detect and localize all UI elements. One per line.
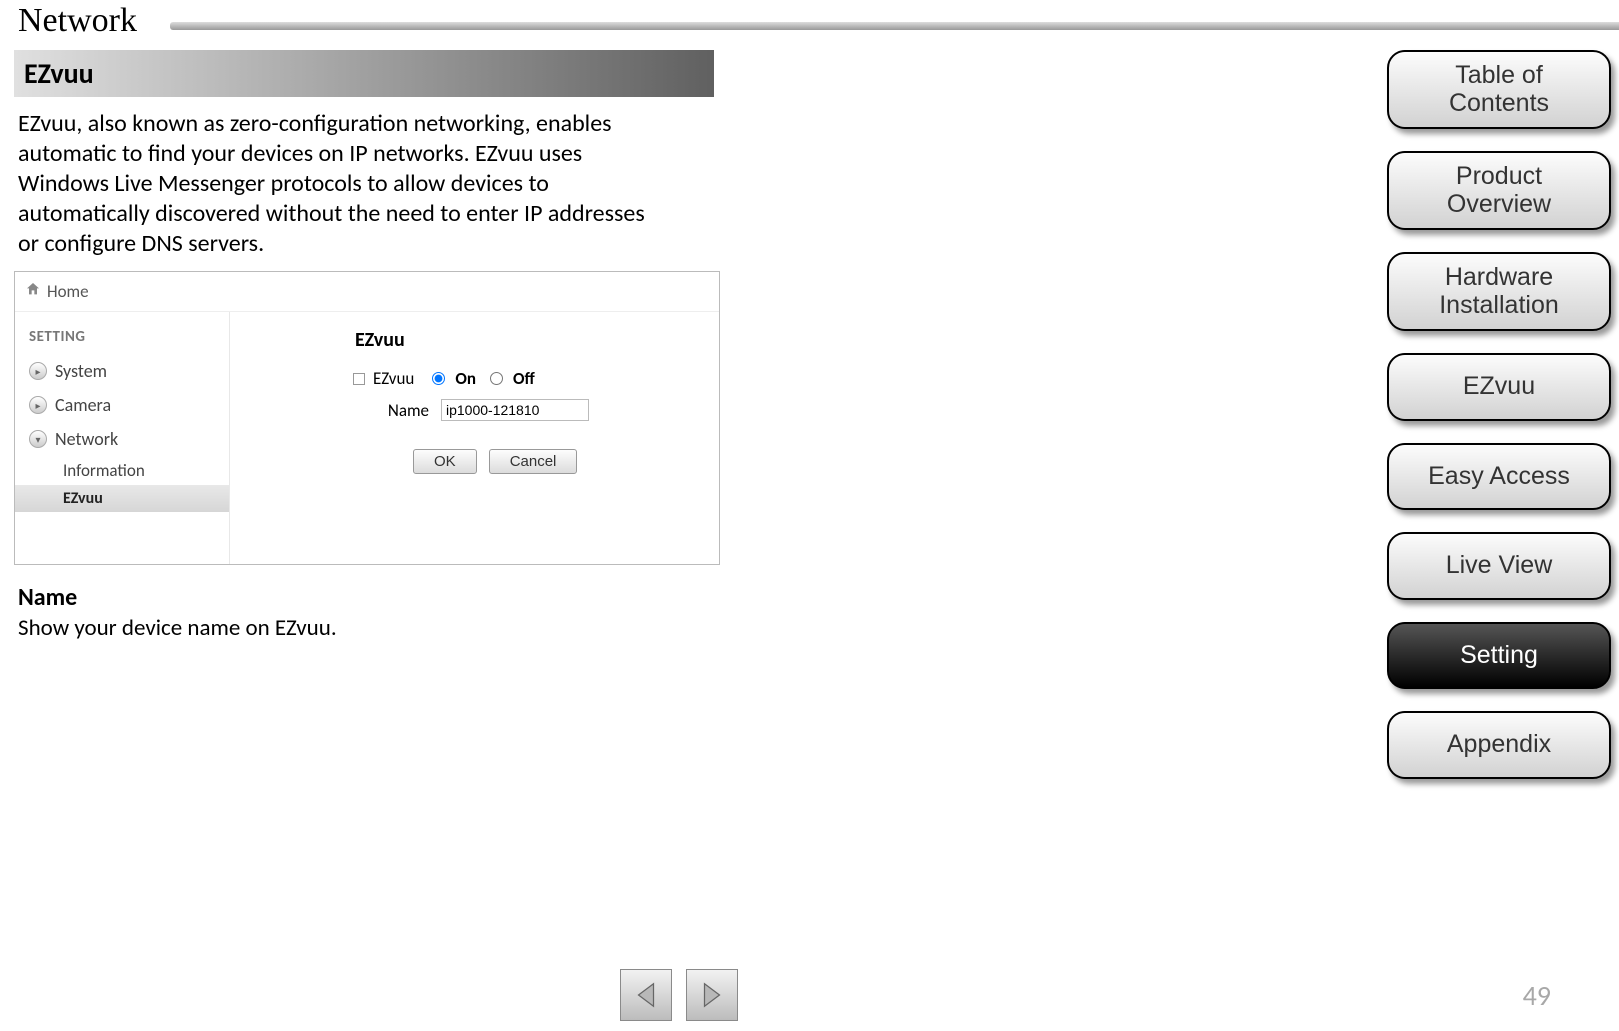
prev-page-button[interactable] [620,969,672,1021]
screenshot-main: EZvuu EZvuu On Off Name OK Cancel [245,312,719,474]
on-label: On [455,368,476,389]
setting-heading: SETTING [15,312,229,354]
ezvuu-on-radio[interactable] [432,372,445,385]
sidebar-item-system[interactable]: ▸ System [15,354,229,388]
main-column: EZvuu EZvuu, also known as zero-configur… [14,50,714,642]
page-arrow-nav [620,969,738,1021]
ok-button[interactable]: OK [413,449,477,474]
nav-easy-access[interactable]: Easy Access [1387,443,1611,511]
ezvuu-off-radio[interactable] [490,372,503,385]
sidebar-network-label: Network [55,428,118,450]
settings-screenshot: Home SETTING ▸ System ▸ Camera ▾ Network… [14,271,720,565]
expand-icon: ▸ [29,362,47,380]
screenshot-sidebar: SETTING ▸ System ▸ Camera ▾ Network Info… [15,312,230,564]
cancel-button[interactable]: Cancel [489,449,578,474]
page-number: 49 [1523,978,1551,1013]
title-divider [170,22,1619,30]
home-label[interactable]: Home [47,281,89,302]
section-header-ezvuu: EZvuu [14,50,714,97]
ezvuu-field-label: EZvuu [373,368,414,389]
nav-setting[interactable]: Setting [1387,622,1611,690]
name-field-label: Name [353,400,433,421]
arrow-right-icon [697,980,727,1010]
nav-product-overview[interactable]: ProductOverview [1387,151,1611,230]
page-title: Network [0,0,1619,40]
nav-hardware-installation[interactable]: HardwareInstallation [1387,252,1611,331]
expand-icon: ▸ [29,396,47,414]
ezvuu-name-row: Name [245,395,719,427]
sidebar-item-camera[interactable]: ▸ Camera [15,388,229,422]
ezvuu-toggle-row: EZvuu On Off [245,364,719,395]
next-page-button[interactable] [686,969,738,1021]
name-description: Show your device name on EZvuu. [14,612,714,642]
sidebar-system-label: System [55,360,107,382]
sidebar-camera-label: Camera [55,394,111,416]
sidebar-sub-information[interactable]: Information [15,460,229,481]
screenshot-main-title: EZvuu [245,312,719,364]
nav-ezvuu[interactable]: EZvuu [1387,353,1611,421]
button-row: OK Cancel [245,427,719,474]
name-heading: Name [14,565,714,612]
sidebar-sub-ezvuu[interactable]: EZvuu [15,485,229,512]
nav-toc[interactable]: Table ofContents [1387,50,1611,129]
nav-appendix[interactable]: Appendix [1387,711,1611,779]
collapse-icon: ▾ [29,430,47,448]
off-label: Off [513,368,535,389]
nav-live-view[interactable]: Live View [1387,532,1611,600]
home-icon [25,281,41,302]
name-input[interactable] [441,399,589,421]
nav-panel: Table ofContents ProductOverview Hardwar… [1387,50,1611,779]
arrow-left-icon [631,980,661,1010]
section-description: EZvuu, also known as zero-configuration … [14,97,674,269]
screenshot-topbar: Home [15,272,719,312]
sidebar-item-network[interactable]: ▾ Network [15,422,229,456]
ezvuu-field-icon [353,373,365,385]
